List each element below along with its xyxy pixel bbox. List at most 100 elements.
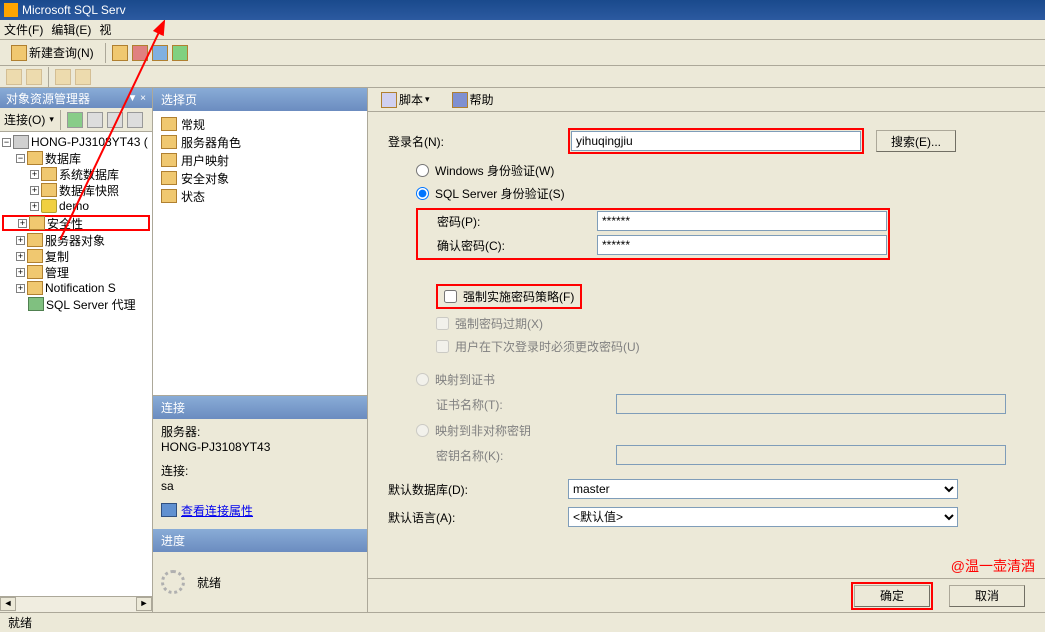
checkbox-icon[interactable] bbox=[444, 290, 457, 303]
collapse-icon[interactable]: − bbox=[16, 154, 25, 163]
radio-icon[interactable] bbox=[416, 187, 429, 200]
toolbar-icon[interactable] bbox=[127, 112, 143, 128]
filter-icon[interactable] bbox=[107, 112, 123, 128]
search-button[interactable]: 搜索(E)... bbox=[876, 130, 956, 152]
auth-windows-radio[interactable]: Windows 身份验证(W) bbox=[388, 162, 1025, 179]
object-explorer-panel: 对象资源管理器 ▼ × 连接(O)▾ − HONG-PJ3108YT43 ( −… bbox=[0, 88, 153, 612]
toolbar-icon[interactable] bbox=[152, 45, 168, 61]
menu-view[interactable]: 视 bbox=[99, 21, 111, 38]
key-name-label: 密钥名称(K): bbox=[388, 447, 616, 464]
auth-sql-radio[interactable]: SQL Server 身份验证(S) bbox=[388, 185, 1025, 202]
app-title: Microsoft SQL Serv bbox=[22, 3, 126, 17]
expand-icon[interactable]: + bbox=[16, 268, 25, 277]
cert-name-input bbox=[616, 394, 1006, 414]
server-icon bbox=[13, 135, 29, 149]
sub-toolbar bbox=[0, 66, 1045, 88]
password-label: 密码(P): bbox=[419, 213, 597, 230]
enforce-policy-checkbox[interactable]: 强制实施密码策略(F) bbox=[436, 284, 582, 309]
object-explorer-toolbar: 连接(O)▾ bbox=[0, 108, 152, 132]
script-icon bbox=[381, 92, 397, 108]
main-toolbar: 新建查询(N) bbox=[0, 40, 1045, 66]
tree-node-mgmt[interactable]: + 管理 bbox=[2, 264, 150, 280]
password-input[interactable] bbox=[597, 211, 887, 231]
properties-icon bbox=[161, 503, 177, 517]
select-page-panel: 选择页 常规 服务器角色 用户映射 安全对象 状态 连接 服务器: HONG-P… bbox=[153, 88, 368, 612]
expand-icon[interactable]: + bbox=[30, 186, 39, 195]
status-text: 就绪 bbox=[8, 614, 32, 631]
tree-node-sysdb[interactable]: + 系统数据库 bbox=[2, 166, 150, 182]
radio-icon[interactable] bbox=[416, 164, 429, 177]
tree-node-notification[interactable]: + Notification S bbox=[2, 280, 150, 296]
tree-node-security[interactable]: + 安全性 bbox=[2, 215, 150, 231]
expand-icon[interactable]: + bbox=[16, 284, 25, 293]
ok-button[interactable]: 确定 bbox=[854, 585, 930, 607]
status-bar: 就绪 bbox=[0, 612, 1045, 632]
watermark: @温一壶清酒 bbox=[951, 556, 1035, 576]
tree-node-demo[interactable]: + demo bbox=[2, 198, 150, 214]
page-icon bbox=[161, 171, 177, 185]
page-securables[interactable]: 安全对象 bbox=[161, 169, 359, 187]
database-icon bbox=[41, 199, 57, 213]
login-input[interactable] bbox=[571, 131, 861, 151]
expand-icon[interactable]: + bbox=[16, 236, 25, 245]
page-general[interactable]: 常规 bbox=[161, 115, 359, 133]
spinner-icon bbox=[161, 570, 185, 594]
object-tree[interactable]: − HONG-PJ3108YT43 ( − 数据库 + 系统数据库 + 数据库快… bbox=[0, 132, 152, 596]
toolbar-icon bbox=[26, 69, 42, 85]
cert-name-label: 证书名称(T): bbox=[388, 396, 616, 413]
toolbar-icon[interactable] bbox=[132, 45, 148, 61]
object-explorer-header: 对象资源管理器 ▼ × bbox=[0, 88, 152, 108]
help-button[interactable]: 帮助 bbox=[447, 88, 499, 111]
tree-node-replication[interactable]: + 复制 bbox=[2, 248, 150, 264]
new-query-icon bbox=[11, 45, 27, 61]
horizontal-scrollbar[interactable]: ◄ ► bbox=[0, 596, 152, 612]
default-lang-select[interactable]: <默认值> bbox=[568, 507, 958, 527]
page-icon bbox=[161, 135, 177, 149]
confirm-password-input[interactable] bbox=[597, 235, 887, 255]
connect-button[interactable]: 连接(O) bbox=[4, 111, 45, 128]
view-connection-props-link[interactable]: 查看连接属性 bbox=[181, 502, 253, 519]
folder-icon bbox=[29, 216, 45, 230]
refresh-icon[interactable] bbox=[67, 112, 83, 128]
page-mapping[interactable]: 用户映射 bbox=[161, 151, 359, 169]
scroll-right-icon[interactable]: ► bbox=[136, 597, 152, 611]
cancel-button[interactable]: 取消 bbox=[949, 585, 1025, 607]
toolbar-icon[interactable] bbox=[172, 45, 188, 61]
agent-icon bbox=[28, 297, 44, 311]
server-label: 服务器: bbox=[161, 423, 359, 440]
expand-icon[interactable]: + bbox=[30, 202, 39, 211]
title-bar: Microsoft SQL Serv bbox=[0, 0, 1045, 20]
toolbar-icon[interactable] bbox=[87, 112, 103, 128]
checkbox-icon bbox=[436, 317, 449, 330]
connection-value: sa bbox=[161, 479, 359, 493]
toolbar-icon bbox=[55, 69, 71, 85]
expand-icon[interactable]: + bbox=[30, 170, 39, 179]
script-button[interactable]: 脚本 ▾ bbox=[376, 88, 435, 111]
page-status[interactable]: 状态 bbox=[161, 187, 359, 205]
default-db-select[interactable]: master bbox=[568, 479, 958, 499]
new-query-button[interactable]: 新建查询(N) bbox=[6, 41, 99, 64]
page-roles[interactable]: 服务器角色 bbox=[161, 133, 359, 151]
scroll-left-icon[interactable]: ◄ bbox=[0, 597, 16, 611]
tree-node-snapshot[interactable]: + 数据库快照 bbox=[2, 182, 150, 198]
enforce-expire-checkbox: 强制密码过期(X) bbox=[388, 315, 1025, 332]
tree-node-agent[interactable]: SQL Server 代理 bbox=[2, 296, 150, 312]
menu-file[interactable]: 文件(F) bbox=[4, 21, 43, 38]
panel-dropdown-icon[interactable]: ▼ × bbox=[127, 93, 146, 104]
radio-icon bbox=[416, 424, 429, 437]
toolbar-icon bbox=[6, 69, 22, 85]
menu-edit[interactable]: 编辑(E) bbox=[51, 21, 91, 38]
expand-icon[interactable]: + bbox=[18, 219, 27, 228]
folder-icon bbox=[27, 151, 43, 165]
progress-status: 就绪 bbox=[197, 574, 221, 591]
expand-icon[interactable]: + bbox=[16, 252, 25, 261]
tree-node-databases[interactable]: − 数据库 bbox=[2, 150, 150, 166]
folder-icon bbox=[41, 167, 57, 181]
tree-server-node[interactable]: − HONG-PJ3108YT43 ( bbox=[2, 134, 150, 150]
toolbar-icon[interactable] bbox=[112, 45, 128, 61]
tree-node-serverobj[interactable]: + 服务器对象 bbox=[2, 232, 150, 248]
map-key-radio: 映射到非对称密钥 bbox=[388, 422, 1025, 439]
collapse-icon[interactable]: − bbox=[2, 138, 11, 147]
toolbar-icon bbox=[75, 69, 91, 85]
page-icon bbox=[161, 117, 177, 131]
